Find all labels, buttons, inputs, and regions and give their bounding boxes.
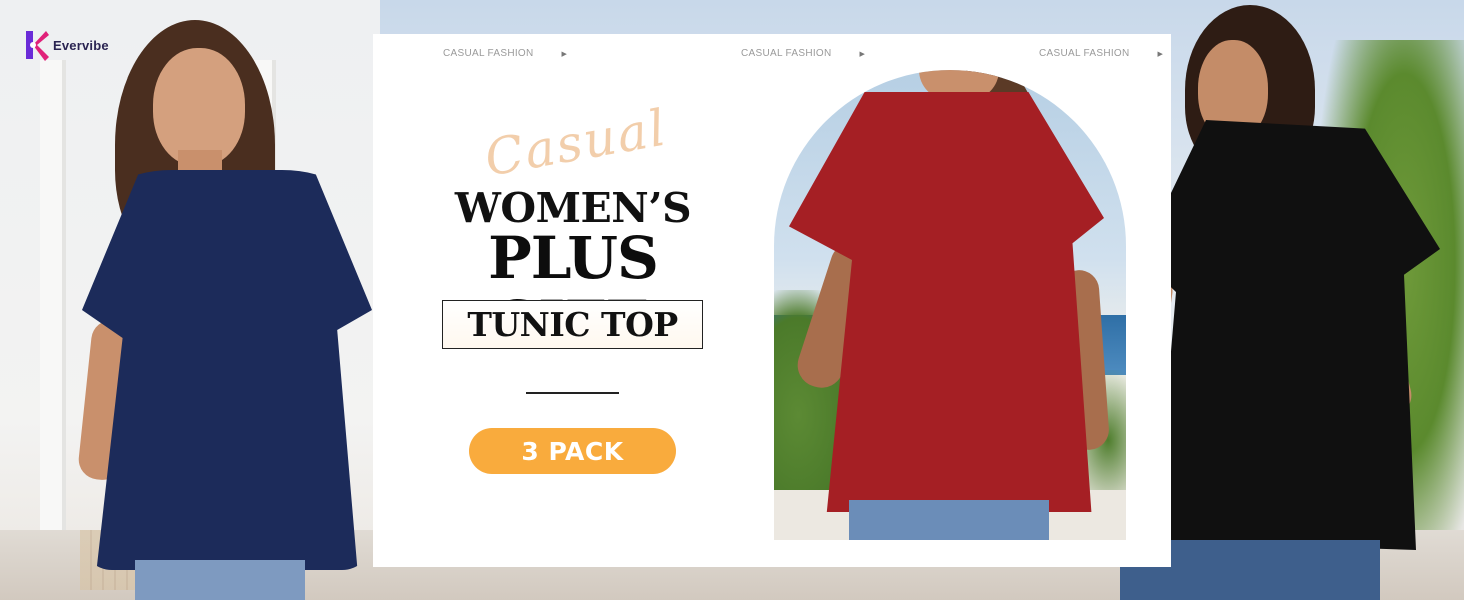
black-shirt [1140, 120, 1440, 550]
ticker-label: CASUAL FASHION [443, 48, 534, 59]
jeans [849, 500, 1049, 540]
pack-button[interactable]: 3 PACK [469, 428, 676, 474]
model-red-tunic [774, 70, 1126, 540]
jeans [135, 560, 305, 600]
arch-window [774, 70, 1126, 540]
model-navy-tunic [60, 20, 380, 600]
promo-panel: CASUAL FASHION ▶ CASUAL FASHION ▶ CASUAL… [373, 34, 1171, 567]
headline-box: TUNIC TOP [442, 300, 703, 349]
ticker-item: CASUAL FASHION ▶ [443, 48, 567, 59]
ticker-item: CASUAL FASHION ▶ [1039, 48, 1163, 59]
divider [526, 392, 619, 394]
play-triangle-icon: ▶ [561, 50, 568, 58]
play-triangle-icon: ▶ [1157, 50, 1164, 58]
ticker-label: CASUAL FASHION [1039, 48, 1130, 59]
ticker-item: CASUAL FASHION ▶ [741, 48, 865, 59]
navy-shirt [82, 170, 372, 570]
headline-line-3: TUNIC TOP [467, 305, 678, 344]
ticker-label: CASUAL FASHION [741, 48, 832, 59]
play-triangle-icon: ▶ [859, 50, 866, 58]
brand-mark-icon [26, 31, 49, 61]
headline-script: Casual [480, 98, 672, 188]
